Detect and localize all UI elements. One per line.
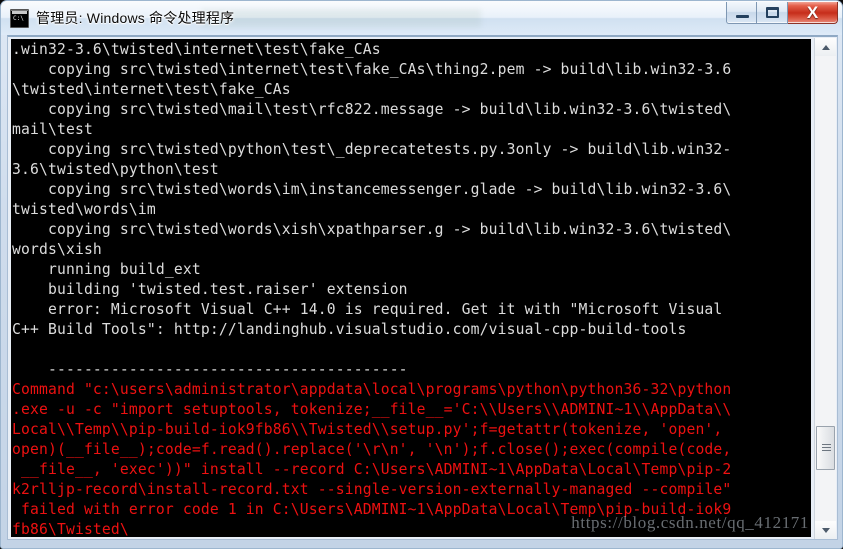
console-line: \twisted\internet\test\fake_CAs xyxy=(12,81,291,98)
window-title: 管理员: Windows 命令处理程序 xyxy=(36,10,235,26)
console-line: copying src\twisted\python\test\_depreca… xyxy=(12,141,732,158)
grip-icon xyxy=(822,444,831,453)
console-line: C++ Build Tools": http://landinghub.visu… xyxy=(12,321,687,338)
console-scrollbar[interactable] xyxy=(814,38,836,539)
console-line: ---------------------------------------- xyxy=(12,361,408,378)
console-line: fb86\Twisted\ xyxy=(12,521,129,537)
maximize-button[interactable] xyxy=(757,2,788,24)
console-line: twisted\words\im xyxy=(12,201,156,218)
console-line: 3.6\twisted\python\test xyxy=(12,161,219,178)
console-line: __file__, 'exec'))" install --record C:\… xyxy=(12,461,732,478)
minimize-button[interactable] xyxy=(726,2,757,24)
scrollbar-thumb[interactable] xyxy=(816,426,835,471)
console-line: failed with error code 1 in C:\Users\ADM… xyxy=(12,501,732,518)
console-line: k2rlljp-record\install-record.txt --sing… xyxy=(12,481,732,498)
console-line: copying src\twisted\words\im\instancemes… xyxy=(12,181,732,198)
console-line: mail\test xyxy=(12,121,93,138)
window-controls: X xyxy=(726,2,838,25)
console-window: 管理员: Windows 命令处理程序 X .win32-3.6\twisted… xyxy=(0,0,843,549)
console-screen[interactable]: .win32-3.6\twisted\internet\test\fake_CA… xyxy=(11,39,811,537)
console-line: words\xish xyxy=(12,241,102,258)
console-line: .win32-3.6\twisted\internet\test\fake_CA… xyxy=(12,41,381,58)
scroll-down-button[interactable] xyxy=(815,521,836,539)
console-client-area: .win32-3.6\twisted\internet\test\fake_CA… xyxy=(7,35,838,540)
console-line: Command "c:\users\administrator\appdata\… xyxy=(12,381,732,398)
minimize-icon xyxy=(736,15,749,18)
console-line: Local\\Temp\\pip-build-iok9fb86\\Twisted… xyxy=(12,421,723,438)
console-line: copying src\twisted\internet\test\fake_C… xyxy=(12,61,732,78)
console-line: error: Microsoft Visual C++ 14.0 is requ… xyxy=(12,301,723,318)
console-output: .win32-3.6\twisted\internet\test\fake_CA… xyxy=(11,39,811,537)
chevron-down-icon xyxy=(821,528,830,533)
cmd-console-icon xyxy=(10,8,29,28)
console-line: building 'twisted.test.raiser' extension xyxy=(12,281,408,298)
maximize-icon xyxy=(766,7,779,18)
console-line: copying src\twisted\words\xish\xpathpars… xyxy=(12,221,732,238)
chevron-up-icon xyxy=(821,45,830,50)
console-line: open)(__file__);code=f.read().replace('\… xyxy=(12,441,732,458)
titlebar[interactable]: 管理员: Windows 命令处理程序 X xyxy=(1,1,843,35)
close-icon: X xyxy=(806,3,819,22)
close-button[interactable]: X xyxy=(788,2,838,24)
console-line: .exe -u -c "import setuptools, tokenize;… xyxy=(12,401,732,418)
console-line: copying src\twisted\mail\test\rfc822.mes… xyxy=(12,101,732,118)
scroll-up-button[interactable] xyxy=(815,38,836,56)
console-line: running build_ext xyxy=(12,261,201,278)
